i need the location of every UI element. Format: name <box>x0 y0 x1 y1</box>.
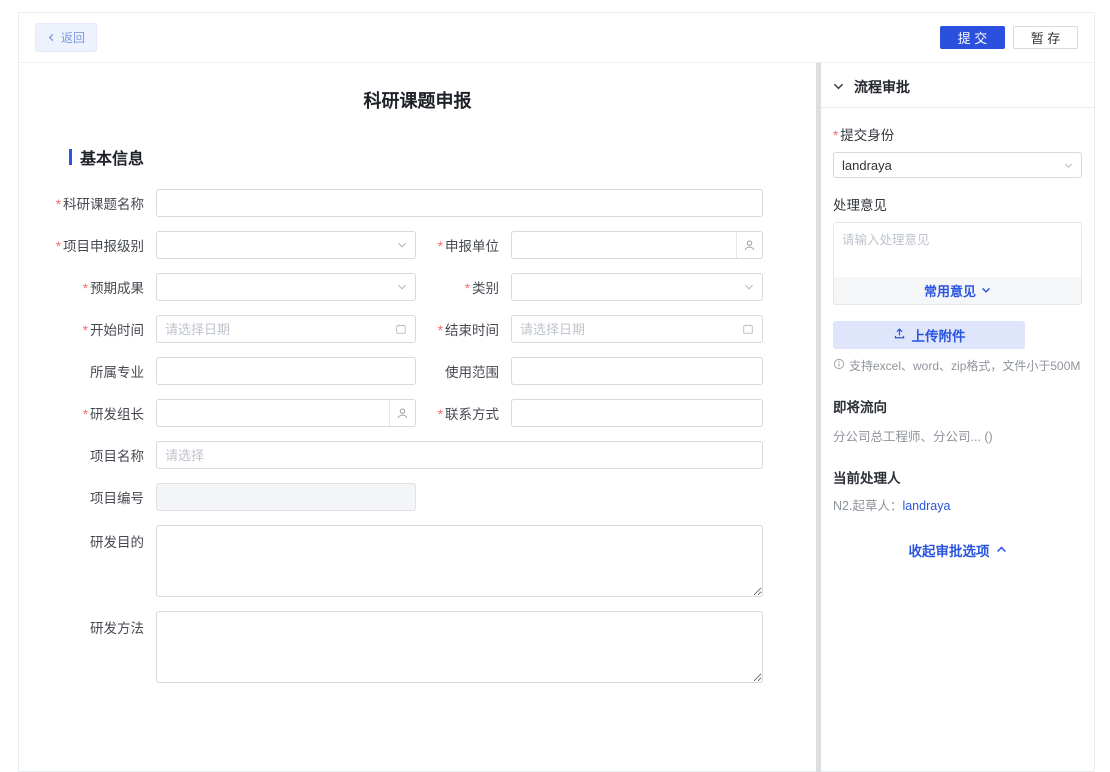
form-row: *开始时间 *结束时间 <box>19 315 816 343</box>
usage-scope-input[interactable] <box>512 358 762 384</box>
field-label: 类别 <box>472 281 499 296</box>
topic-name-input[interactable] <box>157 190 762 216</box>
person-picker-icon[interactable] <box>736 232 762 258</box>
section-basic-info: 基本信息 <box>69 145 816 169</box>
field-label: 项目申报级别 <box>63 239 144 254</box>
upload-hint: 支持excel、word、zip格式，文件小于500M <box>833 357 1082 374</box>
field-label: 研发目的 <box>90 535 144 550</box>
project-name-select[interactable] <box>156 441 763 469</box>
form-panel: 科研课题申报 基本信息 *科研课题名称 * 项目申报级别 <box>19 63 816 772</box>
back-button[interactable]: 返回 <box>35 23 97 52</box>
toolbar-actions: 提 交 暂 存 <box>940 26 1078 49</box>
collapse-approval-options-link[interactable]: 收起审批选项 <box>833 540 1082 560</box>
submit-identity-value: landraya <box>842 158 892 173</box>
rd-purpose-textarea[interactable] <box>156 525 763 597</box>
approval-sidebar: 流程审批 *提交身份 landraya 处理意见 常用意见 <box>821 63 1094 772</box>
start-date-picker[interactable] <box>156 315 416 343</box>
calendar-icon <box>742 323 754 335</box>
next-flow-value: 分公司总工程师、分公司... () <box>833 426 1082 445</box>
chevron-down-icon <box>397 282 407 292</box>
handler-user-link[interactable]: landraya <box>902 499 950 513</box>
usage-scope-field <box>511 357 763 385</box>
page-title: 科研课题申报 <box>19 87 816 113</box>
field-label: 联系方式 <box>445 407 499 422</box>
rd-method-textarea[interactable] <box>156 611 763 683</box>
chevron-down-icon <box>833 79 844 95</box>
field-label: 研发方法 <box>90 621 144 636</box>
chevron-down-icon <box>744 282 754 292</box>
rd-leader-field <box>156 399 416 427</box>
contact-field <box>511 399 763 427</box>
field-label: 使用范围 <box>445 365 499 380</box>
upload-icon <box>893 327 906 343</box>
upload-attachment-button[interactable]: 上传附件 <box>833 321 1025 349</box>
declare-org-input[interactable] <box>512 232 762 258</box>
opinion-box: 常用意见 <box>833 222 1082 305</box>
form-row: *项目申报级别 *申报单位 <box>19 231 816 259</box>
major-input[interactable] <box>157 358 415 384</box>
chevron-left-icon <box>47 31 56 45</box>
declare-org-field <box>511 231 763 259</box>
field-label: 结束时间 <box>445 323 499 338</box>
field-label: 所属专业 <box>90 365 144 380</box>
expected-result-select[interactable] <box>156 273 416 301</box>
project-code-field <box>156 483 416 511</box>
opinion-textarea[interactable] <box>834 223 1081 277</box>
field-label: 开始时间 <box>90 323 144 338</box>
chevron-down-icon <box>1064 158 1073 173</box>
project-code-input <box>157 484 415 510</box>
form-row: 研发目的 <box>19 525 816 597</box>
field-label: 申报单位 <box>445 239 499 254</box>
form-row: 所属专业 使用范围 <box>19 357 816 385</box>
major-field <box>156 357 416 385</box>
opinion-label: 处理意见 <box>833 194 1082 214</box>
field-label: 预期成果 <box>90 281 144 296</box>
end-date-picker[interactable] <box>511 315 763 343</box>
topic-name-field <box>156 189 763 217</box>
chevron-up-icon <box>996 543 1007 558</box>
flow-approval-header[interactable]: 流程审批 <box>833 73 1082 101</box>
chevron-down-icon <box>981 283 991 298</box>
form-row: *预期成果 *类别 <box>19 273 816 301</box>
declare-level-select[interactable] <box>156 231 416 259</box>
field-label: 研发组长 <box>90 407 144 422</box>
submit-identity-label: *提交身份 <box>833 124 1082 144</box>
back-button-label: 返回 <box>61 29 85 46</box>
divider <box>821 107 1094 108</box>
chevron-down-icon <box>397 240 407 250</box>
form-row: 研发方法 <box>19 611 816 683</box>
field-label: 项目编号 <box>90 491 144 506</box>
required-star: * <box>56 197 61 212</box>
toolbar: 返回 提 交 暂 存 <box>19 13 1094 63</box>
field-label: 科研课题名称 <box>63 197 144 212</box>
current-handler-label: 当前处理人 <box>833 467 1082 487</box>
calendar-icon <box>395 323 407 335</box>
submit-identity-select[interactable]: landraya <box>833 152 1082 178</box>
category-select[interactable] <box>511 273 763 301</box>
submit-button[interactable]: 提 交 <box>940 26 1005 49</box>
save-draft-button[interactable]: 暂 存 <box>1013 26 1078 49</box>
form-row: *研发组长 *联系方式 <box>19 399 816 427</box>
form-row: 项目编号 <box>19 483 816 511</box>
person-picker-icon[interactable] <box>389 400 415 426</box>
page-card: 返回 提 交 暂 存 科研课题申报 基本信息 *科研课题名称 <box>18 12 1095 772</box>
rd-leader-input[interactable] <box>157 400 415 426</box>
form-row: 项目名称 <box>19 441 816 469</box>
next-flow-label: 即将流向 <box>833 396 1082 416</box>
contact-input[interactable] <box>512 400 762 426</box>
common-opinions-button[interactable]: 常用意见 <box>834 277 1081 304</box>
section-accent-bar <box>69 149 72 165</box>
form-row: *科研课题名称 <box>19 189 816 217</box>
info-icon <box>833 358 845 373</box>
field-label: 项目名称 <box>90 449 144 464</box>
current-handler-value: N2.起草人：landraya <box>833 495 1082 514</box>
